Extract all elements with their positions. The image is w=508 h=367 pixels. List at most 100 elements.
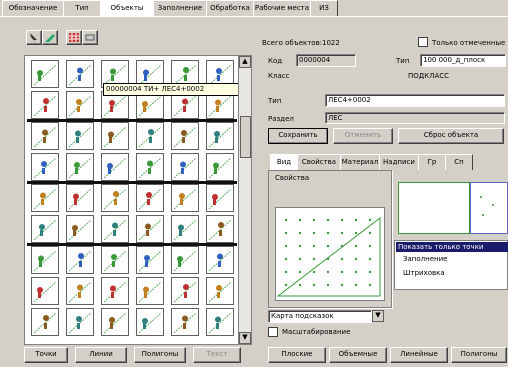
symbol-thumbnail[interactable] — [101, 184, 129, 212]
symbol-thumbnail[interactable] — [101, 246, 129, 274]
symbol-thumbnail[interactable] — [206, 215, 234, 243]
symbol-thumbnail[interactable] — [206, 308, 234, 336]
name-field[interactable]: ЛЕС4+0002 — [325, 94, 505, 107]
text-button[interactable]: Текст — [193, 347, 241, 363]
symbol-thumbnail[interactable] — [206, 122, 234, 150]
only-marked-checkbox[interactable] — [418, 37, 428, 47]
symbol-thumbnail[interactable] — [31, 277, 59, 305]
symbol-thumbnail[interactable] — [206, 184, 234, 212]
style-option-item[interactable]: Показать только точки — [396, 242, 508, 252]
symbol-thumbnail[interactable] — [66, 184, 94, 212]
symbol-thumbnail[interactable] — [66, 122, 94, 150]
symbol-thumbnail[interactable] — [101, 277, 129, 305]
section-field[interactable]: ЛЕС — [325, 112, 505, 124]
symbol-thumbnail[interactable] — [136, 277, 164, 305]
symbol-thumbnail[interactable] — [136, 308, 164, 336]
preview-canvas — [275, 207, 385, 301]
symbol-thumbnail[interactable] — [101, 122, 129, 150]
preview-swatch-large[interactable] — [398, 182, 470, 234]
symbol-thumbnail[interactable] — [171, 215, 199, 243]
preview-swatch-small[interactable] — [470, 182, 508, 234]
symbol-thumbnail[interactable] — [101, 308, 129, 336]
count-value: 1022 — [322, 39, 340, 47]
symbol-thumbnail[interactable] — [171, 308, 199, 336]
inner-tab-material[interactable]: Материал — [340, 154, 380, 170]
symbol-thumbnail[interactable] — [171, 153, 199, 181]
symbol-tooltip: 00000004 ТИ+ ЛЕС4+0002 — [103, 83, 242, 96]
linear-button[interactable]: Линейные — [390, 347, 448, 363]
symbol-thumbnail[interactable] — [66, 246, 94, 274]
symbol-thumbnail[interactable] — [171, 122, 199, 150]
symbol-thumbnail[interactable] — [206, 246, 234, 274]
scaling-checkbox[interactable] — [268, 327, 278, 337]
symbol-thumbnail[interactable] — [66, 308, 94, 336]
tab-fill[interactable]: Заполнение — [153, 0, 207, 16]
tab-processing[interactable]: Обработка — [206, 0, 254, 16]
symbol-thumbnail[interactable] — [66, 153, 94, 181]
symbol-thumbnail[interactable] — [136, 153, 164, 181]
style-option-item[interactable]: Заполнение — [403, 255, 447, 263]
code-field[interactable]: 0000004 — [296, 54, 356, 67]
symbol-thumbnail[interactable] — [171, 246, 199, 274]
polygons-right-button[interactable]: Полигоны — [451, 347, 507, 363]
type-field[interactable]: 100 000_д_плоск — [420, 54, 506, 67]
scroll-up-arrow-icon[interactable]: ▲ — [239, 56, 251, 68]
symbol-thumbnail[interactable] — [31, 308, 59, 336]
symbol-thumbnail[interactable] — [31, 122, 59, 150]
symbol-thumbnail[interactable] — [66, 60, 94, 88]
tab-bar: Обозначение Тип Объекты Заполнение Обраб… — [0, 0, 508, 17]
flat-button[interactable]: Плоские — [268, 347, 326, 363]
tab-workplaces[interactable]: Рабочие места — [253, 0, 311, 16]
tab-designation[interactable]: Обозначение — [2, 0, 64, 16]
symbol-thumbnail[interactable] — [66, 91, 94, 119]
pencil-icon[interactable] — [42, 30, 58, 45]
chevron-down-icon[interactable]: ▼ — [372, 310, 384, 322]
reset-object-button[interactable]: Сброс объекта — [398, 128, 504, 144]
symbol-thumbnail[interactable] — [31, 215, 59, 243]
inner-tab-sp[interactable]: Сп — [445, 154, 473, 170]
volume-button[interactable]: Объемные — [329, 347, 387, 363]
symbol-thumbnail[interactable] — [171, 184, 199, 212]
symbol-thumbnail[interactable] — [101, 215, 129, 243]
scroll-down-arrow-icon[interactable]: ▼ — [239, 332, 251, 344]
tab-objects[interactable]: Объекты — [100, 0, 154, 16]
symbol-thumbnail[interactable] — [136, 246, 164, 274]
symbol-thumbnail[interactable] — [206, 277, 234, 305]
symbol-thumbnail[interactable] — [66, 215, 94, 243]
symbol-thumbnail[interactable] — [31, 184, 59, 212]
grid-scrollbar[interactable]: ▲ ▼ — [238, 55, 252, 345]
style-option-item[interactable]: Штриховка — [403, 269, 445, 277]
symbol-thumbnail[interactable] — [101, 153, 129, 181]
symbol-thumbnail[interactable] — [171, 277, 199, 305]
symbol-thumbnail[interactable] — [31, 91, 59, 119]
points-button[interactable]: Точки — [24, 347, 68, 363]
polygons-button[interactable]: Полигоны — [134, 347, 186, 363]
inner-tab-view[interactable]: Вид — [270, 154, 298, 170]
cancel-button[interactable]: Отменить — [333, 128, 393, 144]
section-label: Раздел — [268, 115, 294, 123]
symbol-thumbnail[interactable] — [31, 246, 59, 274]
save-button[interactable]: Сохранить — [268, 128, 328, 144]
inner-tab-labels[interactable]: Надписи — [379, 154, 419, 170]
style-options-list[interactable]: Показать только точки Заполнение Штрихов… — [394, 240, 508, 290]
symbol-thumbnail[interactable] — [31, 60, 59, 88]
hint-map-dropdown[interactable]: Карта подсказок — [268, 310, 372, 323]
inner-tab-gr[interactable]: Гр — [418, 154, 446, 170]
inner-tab-properties[interactable]: Свойства — [297, 154, 341, 170]
symbol-thumbnail[interactable] — [136, 184, 164, 212]
eraser-icon[interactable] — [82, 30, 98, 45]
tab-iz[interactable]: ИЗ — [310, 0, 338, 16]
symbol-thumbnail[interactable] — [31, 153, 59, 181]
pointer-icon[interactable] — [26, 30, 42, 45]
symbol-thumbnail[interactable] — [66, 277, 94, 305]
tab-type[interactable]: Тип — [63, 0, 101, 16]
symbol-thumbnail[interactable] — [136, 215, 164, 243]
lines-button[interactable]: Линии — [75, 347, 127, 363]
group-separator — [27, 119, 237, 122]
class-value: ПОДКЛАСС — [408, 72, 450, 80]
code-label: Код — [268, 57, 283, 65]
symbol-thumbnail[interactable] — [136, 122, 164, 150]
symbol-thumbnail[interactable] — [206, 153, 234, 181]
grid-icon[interactable] — [66, 30, 82, 45]
scroll-thumb[interactable] — [240, 116, 251, 158]
